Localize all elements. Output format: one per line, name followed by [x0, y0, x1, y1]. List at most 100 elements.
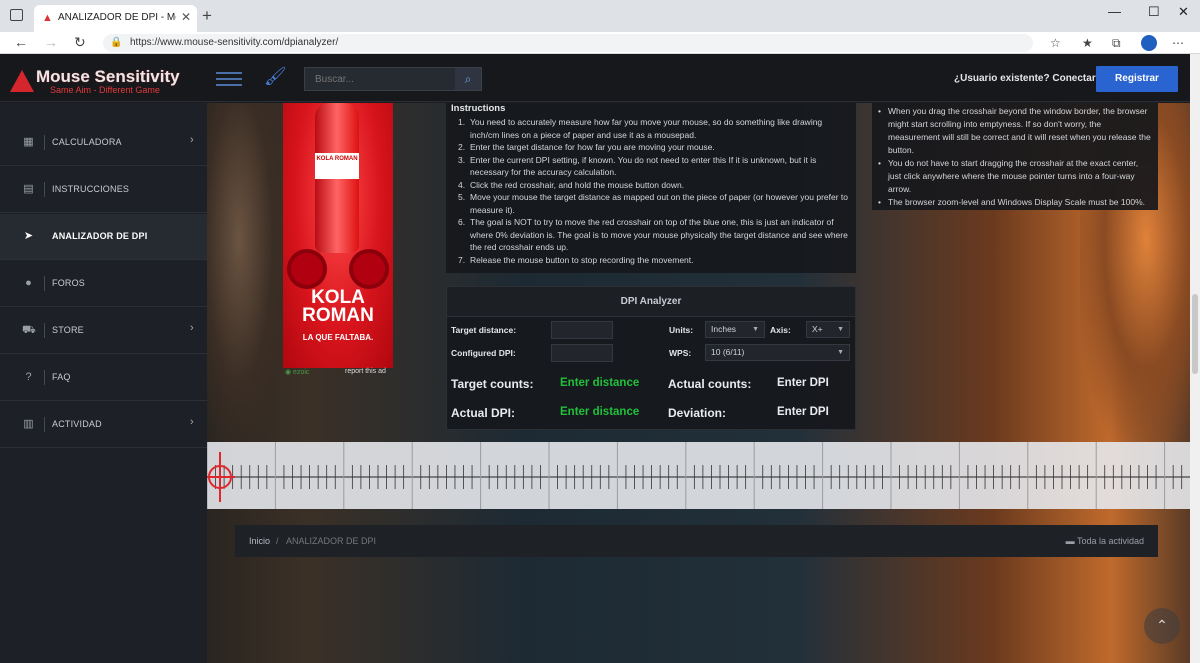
- dpi-analyzer-title: DPI Analyzer: [447, 287, 855, 317]
- logo-subtitle: Same Aim - Different Game: [50, 85, 160, 95]
- wps-label: WPS:: [669, 348, 692, 358]
- site-favicon-icon: ▲: [42, 12, 53, 24]
- deviation-value: Enter DPI: [777, 406, 829, 418]
- background-soldier-left: [207, 103, 287, 443]
- sidebar-item-label: INSTRUCCIONES: [52, 184, 130, 194]
- measurement-ruler[interactable]: [207, 442, 1190, 509]
- chevron-right-icon: ›: [190, 134, 194, 146]
- axis-select[interactable]: X+ ▼: [806, 321, 850, 338]
- sidebar-item-label: CALCULADORA: [52, 137, 122, 147]
- wps-select[interactable]: 10 (6/11) ▼: [705, 344, 850, 361]
- list-item: 2. Enter the target distance for how far …: [458, 142, 715, 152]
- list-item: 5. Move your mouse the target distance as…: [458, 192, 848, 215]
- sidebar-item-foros[interactable]: ● FOROS: [0, 261, 207, 307]
- ad-brand: KOLA ROMAN: [302, 287, 374, 326]
- sidebar-item-actividad[interactable]: ▥ ACTIVIDAD ›: [0, 402, 207, 448]
- site-info-icon[interactable]: ☆: [1050, 36, 1061, 50]
- search-icon[interactable]: ⌕: [455, 68, 481, 90]
- ad-flower-image: [291, 253, 323, 285]
- new-tab-icon[interactable]: +: [202, 6, 212, 26]
- activity-icon: ▬: [1065, 536, 1075, 546]
- sidebar-item-label: FOROS: [52, 278, 86, 288]
- chart-icon: ▥: [23, 418, 34, 430]
- axis-label: Axis:: [770, 325, 791, 335]
- list-item: 1. You need to accurately measure how far…: [458, 117, 823, 140]
- sidebar-item-calculadora[interactable]: ▦ CALCULADORA ›: [0, 120, 207, 166]
- more-menu-icon[interactable]: ⋯: [1172, 36, 1184, 50]
- favorites-icon[interactable]: ★: [1082, 36, 1093, 50]
- units-label: Units:: [669, 325, 694, 335]
- dpi-analyzer-panel: DPI Analyzer Target distance: Configured…: [446, 286, 856, 430]
- ad-flower-image: [353, 253, 385, 285]
- sidebar-item-faq[interactable]: ? FAQ: [0, 355, 207, 401]
- list-item: The browser zoom-level and Windows Displ…: [878, 196, 1152, 209]
- url-field[interactable]: 🔒 https://www.mouse-sensitivity.com/dpia…: [103, 34, 1033, 52]
- browser-tab[interactable]: ▲ ANALIZADOR DE DPI - Mouse Se ✕: [34, 5, 197, 32]
- sidebar-item-store[interactable]: ⛟ STORE ›: [0, 308, 207, 354]
- url-text: https://www.mouse-sensitivity.com/dpiana…: [130, 37, 339, 48]
- sidebar-item-label: ACTIVIDAD: [52, 419, 102, 429]
- ad-network-icon: ◉ ezoic: [285, 369, 310, 376]
- breadcrumb-current: ANALIZADOR DE DPI: [286, 536, 377, 546]
- minimize-icon[interactable]: —: [1108, 4, 1121, 19]
- chevron-down-icon: ▼: [837, 349, 844, 356]
- back-icon[interactable]: ←: [14, 34, 28, 50]
- sidebar-item-label: FAQ: [52, 372, 71, 382]
- refresh-icon[interactable]: ↻: [74, 34, 86, 51]
- browser-tab-bar: ▲ ANALIZADOR DE DPI - Mouse Se ✕ + — ☐ ✕: [0, 0, 1200, 32]
- units-select[interactable]: Inches ▼: [705, 321, 765, 338]
- breadcrumb-separator: /: [276, 536, 279, 546]
- page-scrollbar[interactable]: [1190, 54, 1200, 663]
- target-distance-label: Target distance:: [451, 325, 517, 335]
- menu-toggle-icon[interactable]: [216, 72, 242, 90]
- site-header: Mouse Sensitivity Same Aim - Different G…: [0, 54, 1190, 102]
- chevron-down-icon: ▼: [837, 326, 844, 333]
- chevron-right-icon: ›: [190, 416, 194, 428]
- register-button[interactable]: Registrar: [1096, 66, 1178, 92]
- tab-actions-icon[interactable]: [10, 9, 23, 21]
- close-tab-icon[interactable]: ✕: [181, 10, 191, 24]
- chevron-down-icon: ▼: [752, 326, 759, 333]
- target-distance-input[interactable]: [551, 321, 613, 339]
- list-item: 6. The goal is NOT to try to move the red…: [458, 217, 848, 252]
- tab-title: ANALIZADOR DE DPI - Mouse Se: [58, 12, 176, 23]
- maximize-icon[interactable]: ☐: [1148, 4, 1160, 20]
- lock-icon: 🔒: [110, 37, 123, 48]
- list-item: 7. Release the mouse button to stop recor…: [458, 254, 694, 265]
- comments-icon: ●: [25, 277, 32, 289]
- sidebar-item-analizador-de-dpi[interactable]: ➤ ANALIZADOR DE DPI: [0, 214, 207, 260]
- actual-counts-label: Actual counts:: [668, 377, 752, 391]
- theme-brush-icon[interactable]: 🖌: [264, 66, 287, 87]
- sidebar-item-instrucciones[interactable]: ▤ INSTRUCCIONES: [0, 167, 207, 213]
- target-counts-value: Enter distance: [560, 377, 640, 389]
- login-link[interactable]: ¿Usuario existente? Conectar ⌄: [954, 73, 1107, 84]
- ad-footer: ◉ ezoic report this ad: [283, 368, 393, 378]
- instructions-list: 1. You need to accurately measure how far…: [458, 116, 853, 266]
- calculator-icon: ▦: [23, 136, 34, 148]
- all-activity-link[interactable]: ▬ Toda la actividad: [1066, 536, 1144, 546]
- chevron-right-icon: ›: [190, 322, 194, 334]
- collections-icon[interactable]: ⧉: [1112, 36, 1121, 51]
- report-ad-link[interactable]: report this ad: [345, 368, 386, 375]
- actual-dpi-label: Actual DPI:: [451, 406, 516, 420]
- tips-list: When you drag the crosshair beyond the w…: [872, 103, 1158, 209]
- actual-counts-value: Enter DPI: [777, 377, 829, 389]
- configured-dpi-label: Configured DPI:: [451, 348, 516, 358]
- actual-dpi-value: Enter distance: [560, 406, 640, 418]
- list-item: You do not have to start dragging the cr…: [878, 157, 1152, 196]
- scrollbar-thumb[interactable]: [1192, 294, 1198, 374]
- ruler-graphic: [207, 442, 1190, 509]
- scroll-to-top-button[interactable]: ⌃: [1144, 608, 1180, 644]
- advertisement[interactable]: KOLA ROMAN KOLA ROMAN LA QUE FALTABA.: [283, 103, 393, 368]
- instructions-panel: Instructions 1. You need to accurately me…: [446, 103, 856, 273]
- instructions-title: Instructions: [451, 103, 506, 114]
- close-window-icon[interactable]: ✕: [1178, 4, 1189, 20]
- search-input[interactable]: [305, 68, 455, 90]
- configured-dpi-input[interactable]: [551, 344, 613, 362]
- forward-icon[interactable]: →: [44, 34, 58, 50]
- deviation-label: Deviation:: [668, 406, 727, 420]
- list-item: 4. Click the red crosshair, and hold the …: [458, 179, 685, 190]
- profile-avatar[interactable]: [1141, 35, 1157, 51]
- tips-panel: When you drag the crosshair beyond the w…: [872, 103, 1158, 210]
- breadcrumb-home-link[interactable]: Inicio: [249, 536, 270, 546]
